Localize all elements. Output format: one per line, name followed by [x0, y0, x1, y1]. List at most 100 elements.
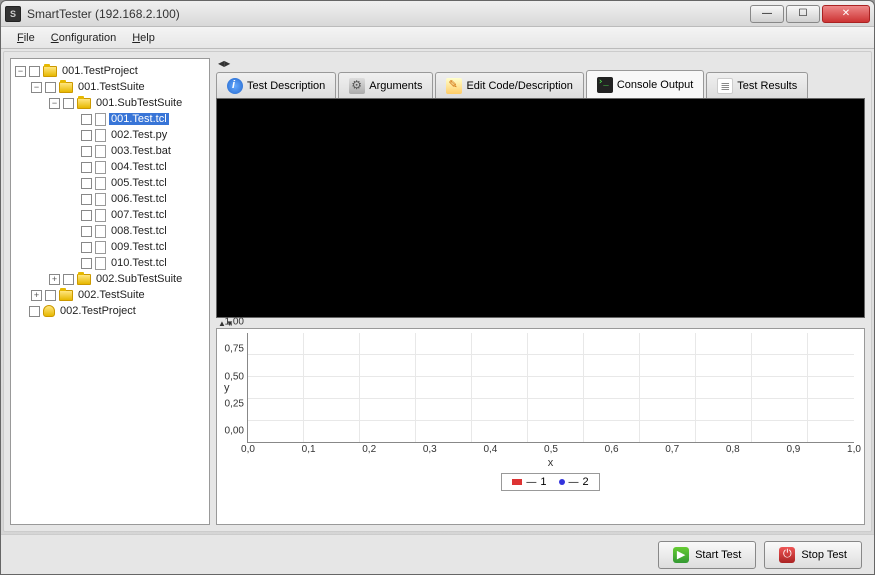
edit-icon [446, 78, 462, 94]
tree-test-3[interactable]: 004.Test.tcl [13, 159, 207, 175]
gear-icon [349, 78, 365, 94]
tab-arguments[interactable]: Arguments [338, 72, 433, 98]
title-bar[interactable]: S SmartTester (192.168.2.100) — ☐ ✕ [1, 1, 874, 27]
legend-series-1: —1 [512, 476, 546, 488]
x-tick: 0,1 [302, 444, 316, 455]
file-icon [95, 225, 106, 238]
tree-suite-1[interactable]: −001.TestSuite [13, 79, 207, 95]
y-tick: 0,50 [225, 371, 244, 382]
file-icon [95, 177, 106, 190]
tree-test-4[interactable]: 005.Test.tcl [13, 175, 207, 191]
y-tick: 0,25 [225, 398, 244, 409]
expander-icon[interactable]: + [31, 290, 42, 301]
main-window: S SmartTester (192.168.2.100) — ☐ ✕ File… [0, 0, 875, 575]
y-tick: 0,00 [225, 426, 244, 437]
tree-suite-2[interactable]: +002.TestSuite [13, 287, 207, 303]
stop-test-button[interactable]: ⏻Stop Test [764, 541, 862, 569]
x-tick: 0,3 [423, 444, 437, 455]
menu-file[interactable]: File [9, 30, 43, 46]
tree-pane[interactable]: −001.TestProject −001.TestSuite −001.Sub… [10, 58, 210, 525]
info-icon [227, 78, 243, 94]
checkbox[interactable] [81, 130, 92, 141]
y-tick: 1,00 [225, 317, 244, 328]
tree-test-5[interactable]: 006.Test.tcl [13, 191, 207, 207]
tree-test-8[interactable]: 009.Test.tcl [13, 239, 207, 255]
chart-area: y 1,00 0,75 0,50 0,25 0,00 0,0 0,1 0,2 0… [216, 328, 865, 525]
checkbox[interactable] [81, 194, 92, 205]
checkbox[interactable] [63, 98, 74, 109]
tab-edit-code[interactable]: Edit Code/Description [435, 72, 583, 98]
tree-test-7[interactable]: 008.Test.tcl [13, 223, 207, 239]
minimize-button[interactable]: — [750, 5, 784, 23]
checkbox[interactable] [81, 210, 92, 221]
tree-project-2[interactable]: 002.TestProject [13, 303, 207, 319]
file-icon [95, 257, 106, 270]
maximize-button[interactable]: ☐ [786, 5, 820, 23]
menu-configuration[interactable]: Configuration [43, 30, 124, 46]
folder-icon [77, 98, 91, 109]
x-tick: 1,0 [847, 444, 861, 455]
x-tick: 0,9 [786, 444, 800, 455]
start-test-button[interactable]: ▶Start Test [658, 541, 756, 569]
button-bar: ▶Start Test ⏻Stop Test [1, 534, 874, 574]
play-icon: ▶ [673, 547, 689, 563]
expander-icon[interactable]: − [15, 66, 26, 77]
tab-console-output[interactable]: Console Output [586, 70, 704, 98]
chart-canvas: y 1,00 0,75 0,50 0,25 0,00 0,0 0,1 0,2 0… [247, 333, 854, 443]
expander-icon[interactable]: − [31, 82, 42, 93]
checkbox[interactable] [45, 290, 56, 301]
x-tick: 0,0 [241, 444, 255, 455]
expander-icon[interactable]: + [49, 274, 60, 285]
checkbox[interactable] [63, 274, 74, 285]
x-tick: 0,2 [362, 444, 376, 455]
tree-test-6[interactable]: 007.Test.tcl [13, 207, 207, 223]
vertical-splitter[interactable]: ◀▶ [216, 58, 865, 68]
checkbox[interactable] [81, 242, 92, 253]
app-icon: S [5, 6, 21, 22]
database-icon [43, 305, 55, 317]
stop-icon: ⏻ [779, 547, 795, 563]
content-area: −001.TestProject −001.TestSuite −001.Sub… [3, 51, 872, 532]
checkbox[interactable] [81, 226, 92, 237]
chart-x-label: x [247, 457, 854, 469]
expander-icon[interactable]: − [49, 98, 60, 109]
checkbox[interactable] [81, 178, 92, 189]
tab-test-results[interactable]: Test Results [706, 72, 808, 98]
checkbox[interactable] [81, 114, 92, 125]
tree-project-1[interactable]: −001.TestProject [13, 63, 207, 79]
console-output[interactable] [216, 98, 865, 318]
tab-test-description[interactable]: Test Description [216, 72, 336, 98]
horizontal-splitter[interactable]: ▲▼ [216, 318, 865, 328]
x-tick: 0,4 [483, 444, 497, 455]
file-icon [95, 209, 106, 222]
tree-subsuite-2[interactable]: +002.SubTestSuite [13, 271, 207, 287]
menu-help[interactable]: Help [124, 30, 163, 46]
file-icon [95, 145, 106, 158]
y-tick: 0,75 [225, 344, 244, 355]
checkbox[interactable] [45, 82, 56, 93]
close-button[interactable]: ✕ [822, 5, 870, 23]
tree-test-9[interactable]: 010.Test.tcl [13, 255, 207, 271]
circle-marker-icon [559, 479, 565, 485]
file-icon [95, 193, 106, 206]
tree-test-1[interactable]: 002.Test.py [13, 127, 207, 143]
square-marker-icon [512, 479, 522, 485]
file-icon [95, 241, 106, 254]
legend-series-2: —2 [559, 476, 589, 488]
file-icon [95, 129, 106, 142]
checkbox[interactable] [81, 146, 92, 157]
folder-icon [59, 290, 73, 301]
checkbox[interactable] [81, 258, 92, 269]
checkbox[interactable] [29, 66, 40, 77]
tab-bar: Test Description Arguments Edit Code/Des… [216, 68, 865, 98]
tree-test-2[interactable]: 003.Test.bat [13, 143, 207, 159]
folder-icon [59, 82, 73, 93]
x-tick: 0,5 [544, 444, 558, 455]
tree-test-0[interactable]: 001.Test.tcl [13, 111, 207, 127]
checkbox[interactable] [29, 306, 40, 317]
tree-subsuite-1[interactable]: −001.SubTestSuite [13, 95, 207, 111]
chart-y-label: y [224, 382, 230, 394]
x-tick: 0,6 [605, 444, 619, 455]
checkbox[interactable] [81, 162, 92, 173]
x-tick: 0,8 [726, 444, 740, 455]
